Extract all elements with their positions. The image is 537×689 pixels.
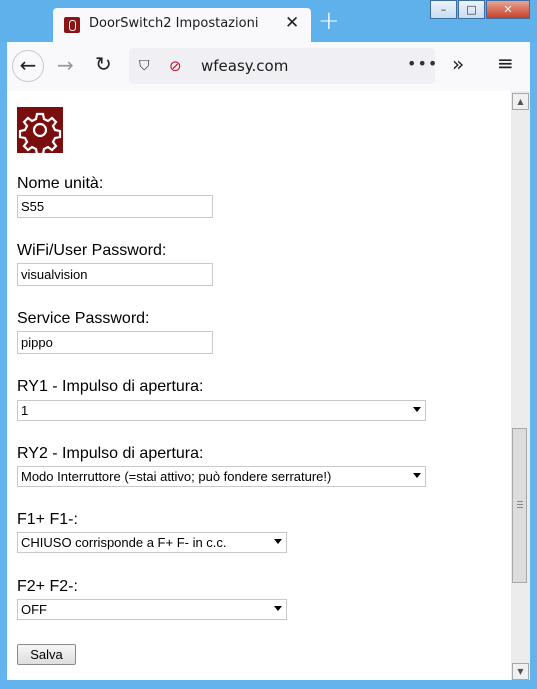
browser-window: DoorSwitch2 Impostazioni ✕ + – □ ✕ ← → ↻… <box>0 0 537 689</box>
new-tab-button[interactable]: + <box>318 8 340 34</box>
wifi-password-input[interactable]: visualvision <box>17 263 213 286</box>
save-button[interactable]: Salva <box>17 644 76 665</box>
f1-label: F1+ F1-: <box>17 511 78 528</box>
page-actions-button[interactable]: ••• <box>407 54 438 73</box>
back-button[interactable]: ← <box>12 50 44 82</box>
nav-toolbar: ← → ↻ ⛉ ⊘ wfeasy.com ••• » ≡ <box>7 42 530 91</box>
ry2-label: RY2 - Impulso di apertura: <box>17 445 204 462</box>
url-bar[interactable]: ⛉ ⊘ wfeasy.com ••• <box>129 48 438 84</box>
insecure-lock-icon[interactable]: ⊘ <box>169 57 182 75</box>
window-controls: – □ ✕ <box>429 0 530 21</box>
f2-select[interactable]: OFF <box>17 599 287 620</box>
overflow-menu-button[interactable]: » <box>452 52 464 76</box>
ry2-select-value: Modo Interruttore (=stai attivo; può fon… <box>21 469 332 484</box>
chevron-down-icon <box>274 606 282 611</box>
maximize-button[interactable]: □ <box>458 0 485 19</box>
scroll-down-arrow-icon[interactable]: ▼ <box>512 663 529 680</box>
hamburger-menu-button[interactable]: ≡ <box>497 51 514 75</box>
shield-icon[interactable]: ⛉ <box>139 58 150 74</box>
wifi-password-label: WiFi/User Password: <box>17 242 167 259</box>
f1-select-value: CHIUSO corrisponde a F+ F- in c.c. <box>21 535 227 550</box>
f2-label: F2+ F2-: <box>17 578 78 595</box>
page-content: Nome unità: S55 WiFi/User Password: visu… <box>7 91 511 680</box>
ry1-label: RY1 - Impulso di apertura: <box>17 378 204 395</box>
f2-select-value: OFF <box>21 602 47 617</box>
chevron-down-icon <box>274 539 282 544</box>
service-password-label: Service Password: <box>17 310 150 327</box>
ry2-select[interactable]: Modo Interruttore (=stai attivo; può fon… <box>17 466 426 487</box>
grip-icon <box>517 501 523 502</box>
close-icon[interactable]: ✕ <box>285 15 299 32</box>
tab-title: DoorSwitch2 Impostazioni <box>89 16 259 31</box>
door-switch-icon <box>64 17 80 33</box>
reload-button[interactable]: ↻ <box>95 52 112 76</box>
chevron-down-icon <box>413 407 421 412</box>
unit-name-input[interactable]: S55 <box>17 195 213 218</box>
service-password-input[interactable]: pippo <box>17 331 213 354</box>
url-text[interactable]: wfeasy.com <box>201 57 288 75</box>
forward-button[interactable]: → <box>57 53 74 77</box>
tab-active[interactable]: DoorSwitch2 Impostazioni ✕ <box>53 8 311 42</box>
f1-select[interactable]: CHIUSO corrisponde a F+ F- in c.c. <box>17 532 287 553</box>
minimize-button[interactable]: – <box>430 0 457 19</box>
scrollbar-thumb[interactable] <box>512 428 527 583</box>
scroll-up-arrow-icon[interactable]: ▲ <box>512 93 529 110</box>
chevron-down-icon <box>413 473 421 478</box>
vertical-scrollbar[interactable]: ▲ ▼ <box>511 91 530 680</box>
tab-strip: DoorSwitch2 Impostazioni ✕ + – □ ✕ <box>0 0 537 42</box>
unit-name-label: Nome unità: <box>17 175 104 192</box>
ry1-select[interactable]: 1 <box>17 400 426 421</box>
close-window-button[interactable]: ✕ <box>486 0 530 19</box>
ry1-select-value: 1 <box>21 403 29 418</box>
settings-gear-icon <box>17 107 63 156</box>
